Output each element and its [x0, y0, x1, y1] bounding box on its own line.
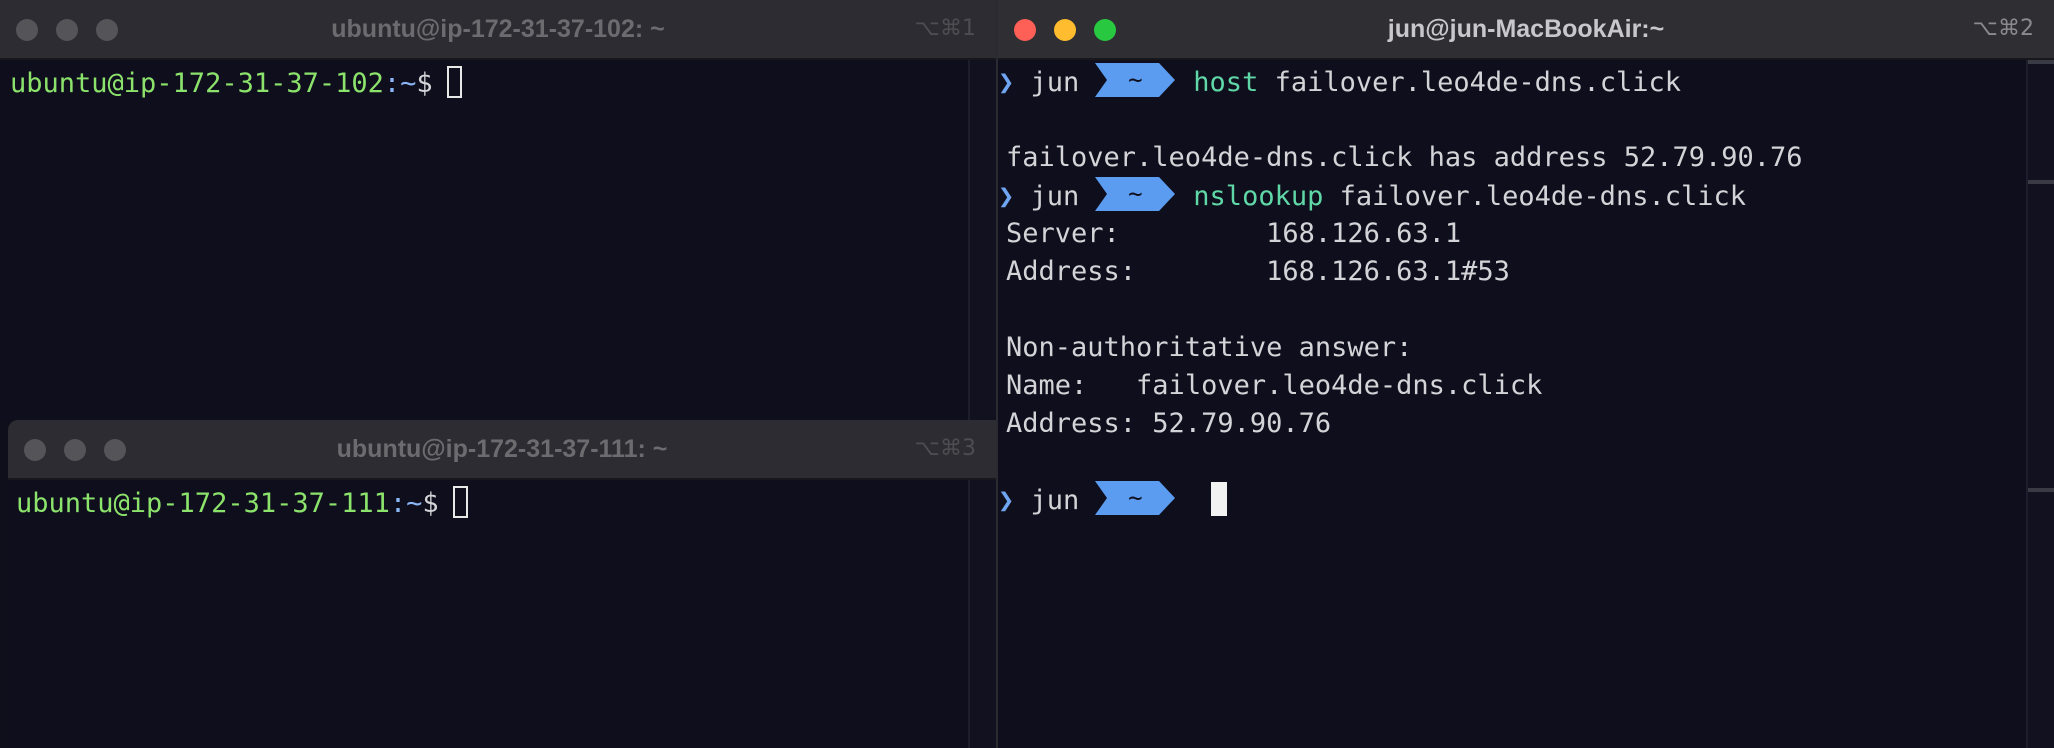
command-args: failover.leo4de-dns.click [1258, 67, 1681, 98]
prompt-chevron-icon: ❯ [998, 485, 1015, 516]
scroll-mark [2028, 488, 2054, 492]
command-line: ❯ jun ~ nslookup failover.leo4de-dns.click [998, 177, 1746, 215]
window-title: ubuntu@ip-172-31-37-111: ~ [336, 435, 668, 463]
prompt-line: ubuntu@ip-172-31-37-111:~$ [16, 485, 468, 523]
prompt-symbol: $ [416, 68, 433, 99]
scrollbar[interactable] [968, 480, 996, 748]
output-line: Server: 168.126.63.1 [1006, 218, 1462, 249]
prompt-user: jun [1014, 485, 1080, 516]
terminal-window-right[interactable]: jun@jun-MacBookAir:~ ⌥⌘2 ❯ jun ~ host fail… [998, 0, 2054, 748]
command-line: ❯ jun ~ host failover.leo4de-dns.click [998, 63, 1681, 101]
scroll-mark [2028, 180, 2054, 184]
prompt-line: ❯ jun ~ [998, 481, 1228, 519]
scrollbar[interactable] [968, 60, 996, 420]
titlebar[interactable]: ubuntu@ip-172-31-37-111: ~ ⌥⌘3 [8, 420, 996, 480]
output-line: Non-authoritative answer: [1006, 332, 1413, 363]
scrollbar[interactable] [2026, 60, 2054, 748]
prompt-dir: ~ [1128, 66, 1143, 94]
output-line: Name: failover.leo4de-dns.click [1006, 370, 1543, 401]
titlebar[interactable]: jun@jun-MacBookAir:~ ⌥⌘2 [998, 0, 2054, 60]
terminal-window-top-left[interactable]: ubuntu@ip-172-31-37-102: ~ ⌥⌘1 ubuntu@ip… [0, 0, 996, 420]
command-name: host [1193, 67, 1259, 98]
command-name: nslookup [1193, 181, 1324, 212]
prompt-dir-segment: ~ [1095, 63, 1176, 97]
cursor [1211, 482, 1228, 516]
terminal-content[interactable]: ❯ jun ~ host failover.leo4de-dns.click fail… [998, 60, 2054, 748]
cursor [452, 486, 468, 518]
scroll-mark [2028, 60, 2054, 64]
output-line: failover.leo4de-dns.click has address 52… [1006, 142, 1803, 173]
terminal-content[interactable]: ubuntu@ip-172-31-37-111:~$ [8, 480, 996, 748]
titlebar[interactable]: ubuntu@ip-172-31-37-102: ~ ⌥⌘1 [0, 0, 996, 60]
prompt-user: jun [1014, 181, 1080, 212]
window-shortcut: ⌥⌘1 [914, 16, 976, 41]
prompt-chevron-icon: ❯ [998, 67, 1015, 98]
window-title: jun@jun-MacBookAir:~ [1387, 15, 1665, 43]
output-line: Address: 168.126.63.1#53 [1006, 256, 1510, 287]
prompt-path: :~ [383, 68, 417, 99]
cursor [446, 66, 462, 98]
window-shortcut: ⌥⌘3 [914, 436, 976, 461]
prompt-user-host: ubuntu@ip-172-31-37-111 [16, 488, 390, 519]
prompt-line: ubuntu@ip-172-31-37-102:~$ [10, 65, 462, 103]
prompt-dir: ~ [1128, 484, 1143, 512]
terminal-content[interactable]: ubuntu@ip-172-31-37-102:~$ [0, 60, 996, 420]
prompt-path: :~ [389, 488, 423, 519]
prompt-chevron-icon: ❯ [998, 181, 1015, 212]
prompt-dir-segment: ~ [1095, 481, 1176, 515]
prompt-dir: ~ [1128, 180, 1143, 208]
prompt-user-host: ubuntu@ip-172-31-37-102 [10, 68, 384, 99]
window-title: ubuntu@ip-172-31-37-102: ~ [331, 15, 665, 43]
terminal-window-bottom-left[interactable]: ubuntu@ip-172-31-37-111: ~ ⌥⌘3 ubuntu@ip… [8, 420, 996, 748]
output-line: Address: 52.79.90.76 [1006, 408, 1332, 439]
prompt-user: jun [1014, 67, 1080, 98]
command-args: failover.leo4de-dns.click [1323, 181, 1746, 212]
prompt-symbol: $ [422, 488, 439, 519]
prompt-dir-segment: ~ [1095, 177, 1176, 211]
window-shortcut: ⌥⌘2 [1972, 16, 2034, 41]
